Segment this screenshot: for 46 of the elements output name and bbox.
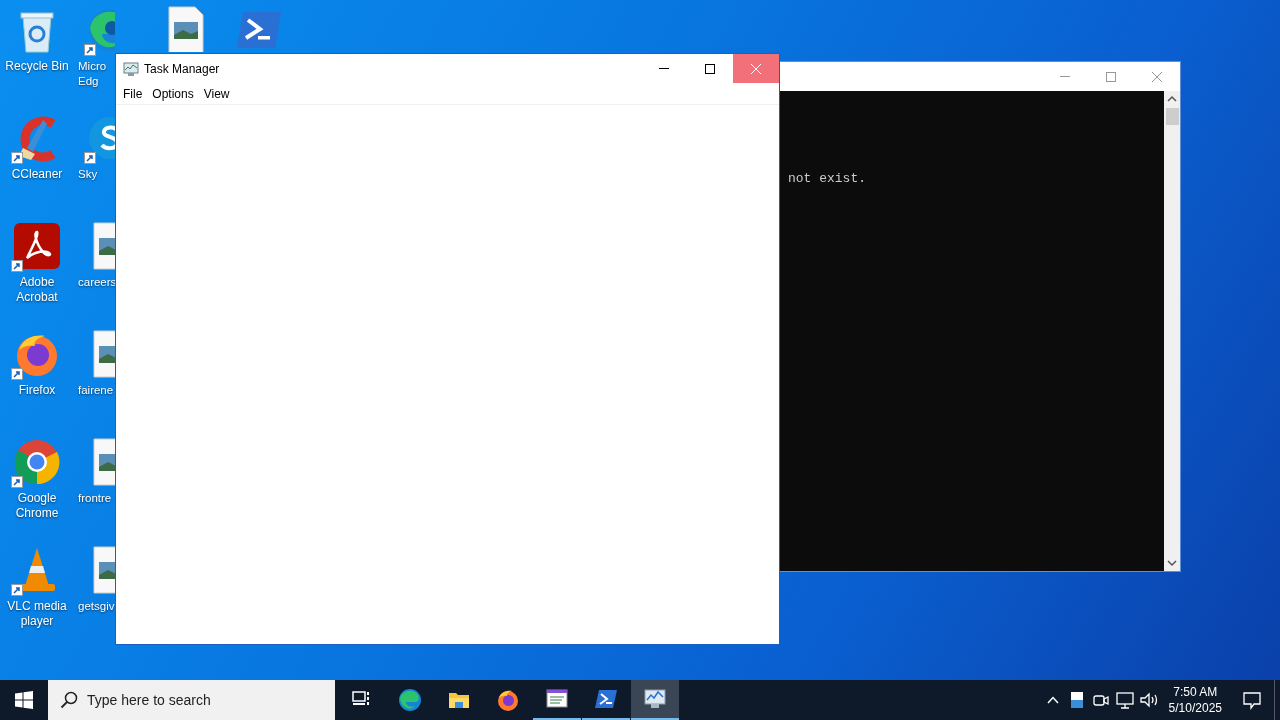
search-icon (60, 691, 78, 709)
menu-item[interactable]: View (198, 86, 235, 101)
clock[interactable]: 7:50 AM 5/10/2025 (1160, 684, 1230, 716)
menu-item[interactable]: File (118, 86, 148, 101)
speech-bubble-icon (1242, 690, 1262, 710)
minimize-icon (1060, 76, 1070, 77)
monitor-chart-icon (123, 60, 139, 77)
menu-item[interactable]: Options (147, 86, 199, 101)
chevron-up-icon (1046, 696, 1059, 704)
pdf-icon[interactable] (13, 222, 61, 270)
terminal-icon (594, 687, 618, 711)
shortcut-arrow-icon (11, 152, 23, 164)
icon-label[interactable]: CCleaner (1, 167, 73, 182)
shortcut-arrow-icon (11, 476, 23, 488)
browser-icon (398, 688, 422, 712)
shortcut-arrow-icon (84, 152, 96, 164)
search-field[interactable]: Type here to search (48, 680, 335, 720)
icon-label[interactable]: Sky (78, 167, 98, 182)
browser-icon[interactable] (13, 438, 61, 486)
monitor-chart-icon (643, 687, 667, 711)
shortcut-arrow-icon (11, 584, 23, 596)
shortcut-arrow-icon (84, 44, 96, 56)
icon-label[interactable]: Recycle Bin (1, 59, 73, 74)
fox-icon (496, 688, 520, 712)
icon-label[interactable]: Firefox (1, 383, 73, 398)
date-text: 5/10/2025 (1168, 700, 1222, 716)
icon-label[interactable]: frontre (78, 491, 112, 506)
minimize-icon (659, 68, 669, 69)
time-text: 7:50 AM (1173, 684, 1218, 700)
browser-icon[interactable] (86, 6, 115, 54)
icon-label[interactable]: VLC media player (1, 599, 73, 629)
taskbar-button[interactable] (631, 680, 679, 720)
scroll-thumb[interactable] (1166, 108, 1179, 125)
icon-label[interactable]: Micro Edg (78, 59, 107, 89)
icon-label[interactable]: fairene (78, 383, 114, 398)
icon-label[interactable]: getsgiv (78, 599, 115, 614)
shortcut-arrow-icon (11, 260, 23, 272)
scrollbar[interactable] (1164, 91, 1180, 571)
shortcut-arrow-icon (11, 368, 23, 380)
icon-label[interactable]: careers (78, 275, 117, 290)
windows-logo-icon (15, 691, 33, 709)
window-title: Task Manager (144, 61, 221, 76)
console-output: not exist. (788, 171, 867, 187)
icon-label[interactable]: Adobe Acrobat (1, 275, 73, 305)
icon-label[interactable]: Google Chrome (1, 491, 73, 521)
window-list-icon (545, 687, 569, 711)
